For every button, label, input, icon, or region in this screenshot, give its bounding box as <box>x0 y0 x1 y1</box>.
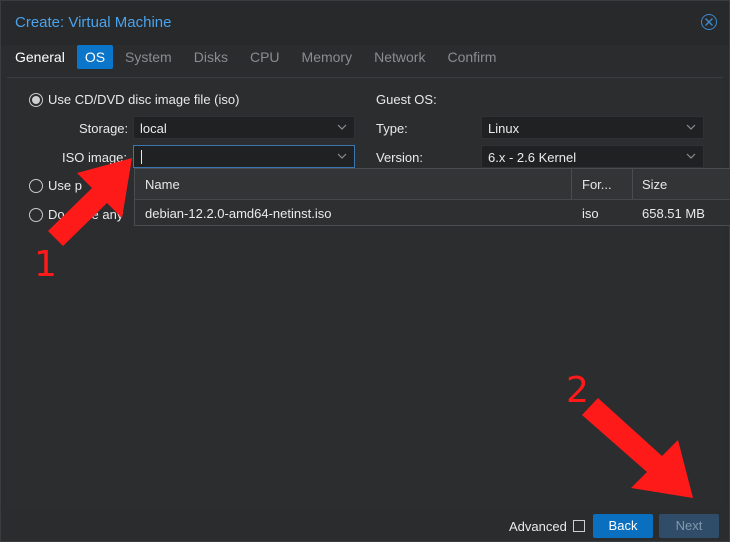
annotation-arrow-2 <box>582 398 693 498</box>
annotation-number-2: 2 <box>566 370 589 411</box>
